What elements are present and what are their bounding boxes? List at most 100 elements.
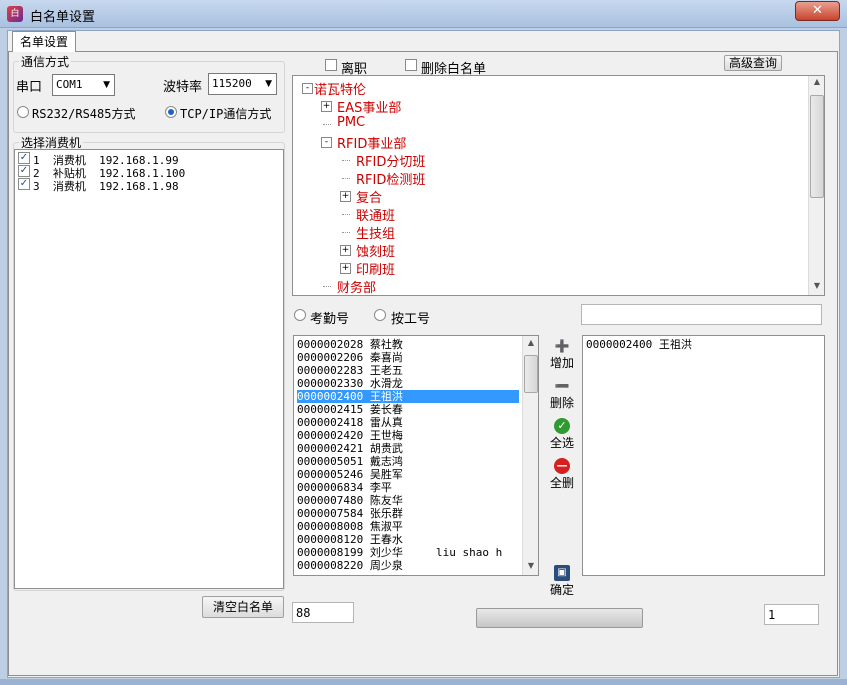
tree-node-label: 财务部: [337, 281, 377, 296]
employee-item[interactable]: 0000007584 张乐群: [297, 507, 519, 520]
tree-connector: [342, 214, 350, 215]
employee-item[interactable]: 0000005246 吴胜军: [297, 468, 519, 481]
tree-node[interactable]: 财务部: [321, 277, 377, 296]
select-all-label: 全选: [549, 436, 574, 450]
employee-item[interactable]: 0000007480 陈友华: [297, 494, 519, 507]
tree-node[interactable]: 联通班: [340, 205, 395, 224]
resigned-checkbox[interactable]: [325, 59, 337, 71]
window-title: 白名单设置: [30, 10, 96, 25]
select-all-button[interactable]: ✓ 全选: [546, 418, 578, 454]
page-field[interactable]: [764, 604, 819, 625]
delete-all-label: 全删: [549, 476, 574, 490]
tree-scrollbar[interactable]: ▲ ▼: [808, 76, 824, 295]
expand-icon[interactable]: +: [340, 263, 351, 274]
tree-scroll-thumb[interactable]: [810, 95, 824, 198]
collapse-icon[interactable]: -: [321, 137, 332, 148]
employee-no-label: 按工号: [391, 312, 431, 327]
scroll-down-icon[interactable]: ▼: [809, 281, 824, 290]
port-label: 串口: [16, 80, 43, 95]
delete-whitelist-checkbox[interactable]: [405, 59, 417, 71]
port-value: COM1: [56, 78, 83, 91]
expand-icon[interactable]: +: [321, 101, 332, 112]
employee-item[interactable]: 0000005051 戴志鸿: [297, 455, 519, 468]
baud-select[interactable]: 115200 ▼: [208, 73, 277, 95]
tree-node-label: 联通班: [356, 209, 396, 224]
tree-node[interactable]: + 蚀刻班: [340, 241, 395, 260]
department-tree: - 诺瓦特伦 + EAS事业部 PMC - RFID事业部 RFID分切班 RFID检测班 + 复合…: [292, 75, 825, 296]
employee-scrollbar[interactable]: ▲ ▼: [522, 336, 538, 575]
progress-bar: [476, 608, 643, 628]
employee-item[interactable]: 0000008220 周少泉: [297, 559, 519, 572]
close-button[interactable]: ✕: [795, 1, 840, 21]
tree-connector: [342, 232, 350, 233]
confirm-button[interactable]: ▣ 确定: [546, 565, 578, 601]
check-circle-icon: ✓: [554, 418, 570, 434]
expand-icon[interactable]: +: [340, 245, 351, 256]
tree-node-label: RFID事业部: [337, 137, 407, 152]
tree-node[interactable]: RFID检测班: [340, 169, 425, 188]
tree-node-label: 诺瓦特伦: [314, 83, 367, 98]
employee-item[interactable]: 0000002283 王老五: [297, 364, 519, 377]
checkbox-checked-icon[interactable]: ✓: [18, 165, 30, 177]
rs232-label: RS232/RS485方式: [32, 107, 136, 121]
tree-node-root[interactable]: - 诺瓦特伦: [302, 79, 366, 98]
search-input[interactable]: [581, 304, 822, 325]
employee-item[interactable]: 0000002421 胡贵武: [297, 442, 519, 455]
save-disk-icon: ▣: [554, 565, 570, 581]
tree-node[interactable]: + 复合: [340, 187, 382, 206]
employee-item[interactable]: 0000002206 秦喜尚: [297, 351, 519, 364]
taskbar-strip: [0, 679, 847, 685]
collapse-icon[interactable]: -: [302, 83, 313, 94]
delete-button[interactable]: ➖ 删除: [546, 378, 578, 414]
checkbox-checked-icon[interactable]: ✓: [18, 152, 30, 164]
count-field[interactable]: [292, 602, 354, 623]
scroll-down-icon[interactable]: ▼: [523, 561, 538, 570]
employee-item[interactable]: 0000002420 王世梅: [297, 429, 519, 442]
tree-node[interactable]: - RFID事业部: [321, 133, 406, 152]
employee-item[interactable]: 0000002330 水滑龙: [297, 377, 519, 390]
employee-no-radio[interactable]: [374, 309, 386, 321]
tree-node[interactable]: 生技组: [340, 223, 395, 242]
scroll-up-icon[interactable]: ▲: [523, 338, 538, 347]
machine-item-label: 3 消费机 192.168.1.98: [33, 180, 179, 193]
remove-person-icon: ➖: [554, 379, 570, 393]
tree-connector: [323, 124, 331, 125]
tree-node[interactable]: RFID分切班: [340, 151, 425, 170]
expand-icon[interactable]: +: [340, 191, 351, 202]
rs232-radio[interactable]: [17, 106, 29, 118]
attendance-radio[interactable]: [294, 309, 306, 321]
delete-all-button[interactable]: — 全删: [546, 458, 578, 494]
checkbox-checked-icon[interactable]: ✓: [18, 178, 30, 190]
add-button[interactable]: ➕ 增加: [546, 338, 578, 374]
employee-item[interactable]: 0000002418 雷从真: [297, 416, 519, 429]
tab-whitelist-settings[interactable]: 名单设置: [12, 31, 76, 52]
employee-item[interactable]: 0000006834 李平: [297, 481, 519, 494]
attendance-label: 考勤号: [310, 312, 350, 327]
tcpip-radio[interactable]: [165, 106, 177, 118]
employee-item[interactable]: 0000008199 刘少华 liu shao h: [297, 546, 519, 559]
tree-body: - 诺瓦特伦 + EAS事业部 PMC - RFID事业部 RFID分切班 RFID检测班 + 复合…: [293, 76, 808, 295]
employee-item[interactable]: 0000002415 姜长春: [297, 403, 519, 416]
employee-item[interactable]: 0000002400 王祖洪: [297, 390, 519, 403]
clear-whitelist-button[interactable]: 清空白名单: [202, 596, 284, 618]
app-icon: 白: [7, 6, 23, 22]
employee-item[interactable]: 0000002028 蔡社教: [297, 338, 519, 351]
tree-node-label: RFID分切班: [356, 155, 426, 170]
tree-node-label: EAS事业部: [337, 101, 402, 116]
port-select[interactable]: COM1 ▼: [52, 74, 115, 96]
employee-scroll-thumb[interactable]: [524, 355, 538, 393]
whitelist-item[interactable]: 0000002400 王祖洪: [586, 338, 692, 351]
machine-list: ✓ 1 消费机 192.168.1.99 ✓ 2 补贴机 192.168.1.1…: [14, 149, 284, 589]
chevron-down-icon: ▼: [103, 80, 110, 90]
tree-node[interactable]: PMC: [321, 115, 365, 130]
tree-node[interactable]: + 印刷班: [340, 259, 395, 278]
tree-node[interactable]: + EAS事业部: [321, 97, 401, 116]
employee-list-body: 0000002028 蔡社教 0000002206 秦喜尚 0000002283 王…: [294, 336, 522, 575]
scroll-up-icon[interactable]: ▲: [809, 77, 824, 86]
delete-button-label: 删除: [549, 396, 574, 410]
advanced-query-button[interactable]: 高级查询: [724, 55, 782, 71]
employee-list: 0000002028 蔡社教 0000002206 秦喜尚 0000002283 王…: [293, 335, 539, 576]
employee-item[interactable]: 0000008120 王春水: [297, 533, 519, 546]
employee-item[interactable]: 0000008008 焦淑平: [297, 520, 519, 533]
add-button-label: 增加: [549, 356, 574, 370]
